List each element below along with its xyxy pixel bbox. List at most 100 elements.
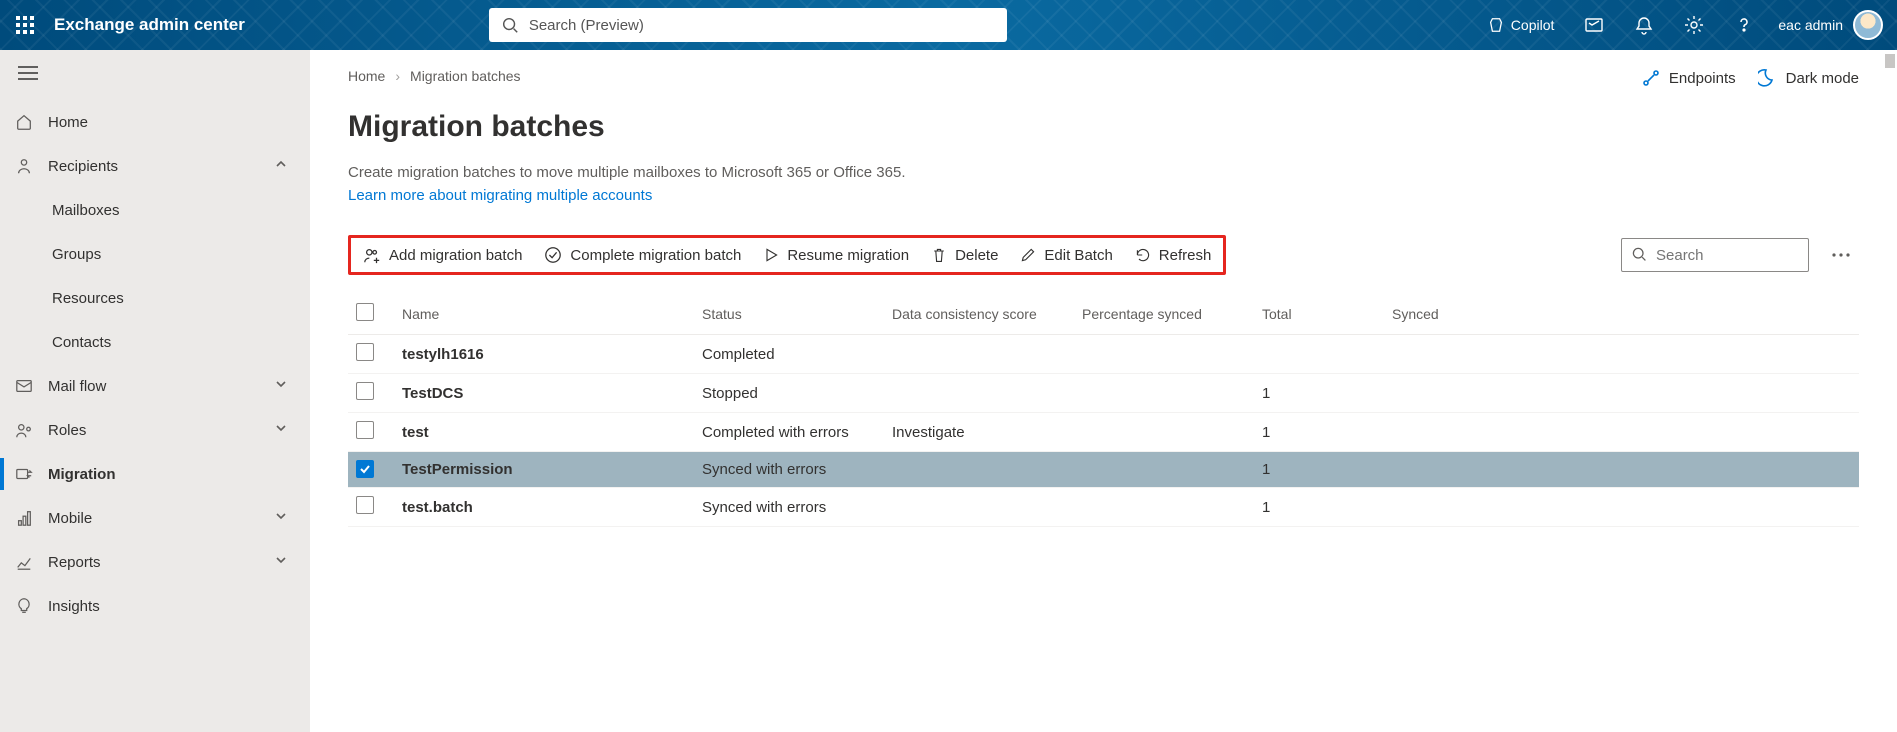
user-name: eac admin [1778, 17, 1843, 33]
scrollbar-indicator [1885, 54, 1895, 68]
nav-insights[interactable]: Insights [0, 584, 310, 628]
edit-label: Edit Batch [1044, 247, 1112, 264]
nav-toggle-icon[interactable] [0, 50, 310, 96]
table-search-input[interactable] [1621, 238, 1809, 272]
col-name[interactable]: Name [394, 293, 694, 335]
complete-migration-batch-button[interactable]: Complete migration batch [544, 246, 741, 264]
nav-resources[interactable]: Resources [0, 276, 310, 320]
delete-label: Delete [955, 247, 998, 264]
cell-percent [1074, 452, 1254, 488]
cell-status: Synced with errors [694, 452, 884, 488]
cell-total: 1 [1254, 488, 1384, 527]
table-search [1621, 238, 1809, 272]
row-checkbox[interactable] [356, 343, 374, 361]
col-dcs[interactable]: Data consistency score [884, 293, 1074, 335]
cell-synced [1384, 335, 1859, 374]
select-all-checkbox[interactable] [356, 303, 374, 321]
col-synced[interactable]: Synced [1384, 293, 1859, 335]
page-desc-text: Create migration batches to move multipl… [348, 164, 905, 181]
nav-reports[interactable]: Reports [0, 540, 310, 584]
nav-home[interactable]: Home [0, 100, 310, 144]
chevron-down-icon [274, 509, 288, 527]
nav-migration[interactable]: Migration [0, 452, 310, 496]
cell-synced [1384, 374, 1859, 413]
refresh-label: Refresh [1159, 247, 1212, 264]
avatar[interactable] [1853, 10, 1883, 40]
nav-mobile[interactable]: Mobile [0, 496, 310, 540]
cell-name: test.batch [394, 488, 694, 527]
cell-dcs [884, 488, 1074, 527]
resume-label: Resume migration [787, 247, 909, 264]
row-checkbox[interactable] [356, 496, 374, 514]
search-icon [1631, 246, 1647, 267]
roles-icon [14, 421, 34, 439]
cell-total [1254, 335, 1384, 374]
breadcrumb-current: Migration batches [410, 68, 521, 84]
mobile-icon [14, 509, 34, 527]
nav-recipients[interactable]: Recipients [0, 144, 310, 188]
help-icon[interactable] [1724, 0, 1764, 50]
migration-icon [14, 465, 34, 483]
table-row[interactable]: TestPermissionSynced with errors1 [348, 452, 1859, 488]
nav-groups[interactable]: Groups [0, 232, 310, 276]
insights-icon [14, 597, 34, 615]
more-options-icon[interactable] [1823, 238, 1859, 272]
cell-status: Stopped [694, 374, 884, 413]
cell-name: TestDCS [394, 374, 694, 413]
cell-total: 1 [1254, 413, 1384, 452]
edit-batch-button[interactable]: Edit Batch [1020, 247, 1112, 264]
settings-icon[interactable] [1674, 0, 1714, 50]
search-icon [501, 16, 519, 39]
page-top-actions: Endpoints Dark mode [1641, 68, 1859, 88]
nav-contacts[interactable]: Contacts [0, 320, 310, 364]
main-content: Home › Migration batches Endpoints Dark … [310, 50, 1897, 732]
nav-roles[interactable]: Roles [0, 408, 310, 452]
nav-mailboxes[interactable]: Mailboxes [0, 188, 310, 232]
nav-home-label: Home [48, 114, 88, 131]
shell-item-icon[interactable] [1574, 0, 1614, 50]
cell-synced [1384, 413, 1859, 452]
delete-button[interactable]: Delete [931, 246, 998, 264]
global-search-input[interactable] [489, 8, 1007, 42]
col-percent[interactable]: Percentage synced [1074, 293, 1254, 335]
notifications-icon[interactable] [1624, 0, 1664, 50]
top-right-actions: Copilot eac admin [1477, 0, 1883, 50]
copilot-button[interactable]: Copilot [1477, 16, 1565, 34]
learn-more-link[interactable]: Learn more about migrating multiple acco… [348, 185, 1248, 208]
nav-mailflow[interactable]: Mail flow [0, 364, 310, 408]
nav: Home Recipients Mailboxes Groups Resourc… [0, 96, 310, 628]
app-title: Exchange admin center [54, 15, 245, 35]
nav-contacts-label: Contacts [52, 334, 111, 351]
app-launcher-icon[interactable] [14, 14, 36, 36]
resume-migration-button[interactable]: Resume migration [763, 247, 909, 264]
cell-dcs [884, 452, 1074, 488]
breadcrumb-home[interactable]: Home [348, 68, 385, 84]
cell-percent [1074, 488, 1254, 527]
row-checkbox[interactable] [356, 460, 374, 478]
col-total[interactable]: Total [1254, 293, 1384, 335]
cell-percent [1074, 335, 1254, 374]
refresh-button[interactable]: Refresh [1135, 247, 1212, 264]
nav-recipients-label: Recipients [48, 158, 118, 175]
nav-groups-label: Groups [52, 246, 101, 263]
cell-synced [1384, 488, 1859, 527]
col-status[interactable]: Status [694, 293, 884, 335]
complete-label: Complete migration batch [570, 247, 741, 264]
add-label: Add migration batch [389, 247, 522, 264]
table-row[interactable]: testCompleted with errorsInvestigate1 [348, 413, 1859, 452]
endpoints-button[interactable]: Endpoints [1641, 68, 1736, 88]
chevron-right-icon: › [395, 68, 400, 84]
toolbar-highlight: Add migration batch Complete migration b… [348, 235, 1226, 275]
nav-mailflow-label: Mail flow [48, 378, 106, 395]
table-row[interactable]: testylh1616Completed [348, 335, 1859, 374]
cell-total: 1 [1254, 374, 1384, 413]
add-migration-batch-button[interactable]: Add migration batch [363, 246, 522, 264]
table-row[interactable]: test.batchSynced with errors1 [348, 488, 1859, 527]
row-checkbox[interactable] [356, 382, 374, 400]
page-title: Migration batches [348, 110, 1859, 144]
cell-percent [1074, 413, 1254, 452]
dark-mode-button[interactable]: Dark mode [1758, 68, 1859, 88]
row-checkbox[interactable] [356, 421, 374, 439]
person-icon [14, 157, 34, 175]
table-row[interactable]: TestDCSStopped 1 [348, 374, 1859, 413]
